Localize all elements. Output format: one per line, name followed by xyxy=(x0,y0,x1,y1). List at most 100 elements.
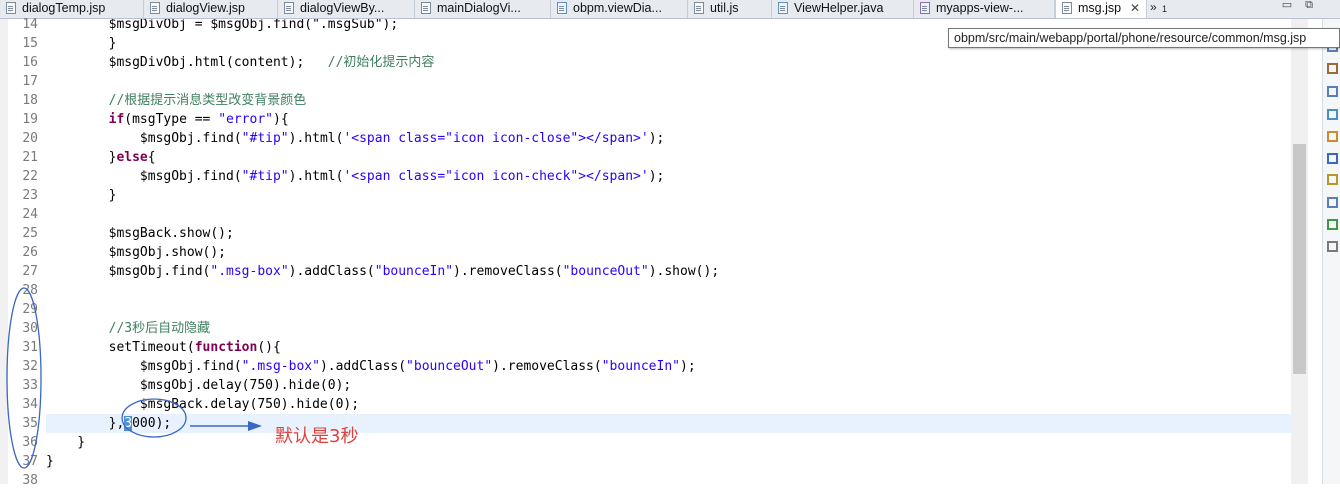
code-string: "#tip" xyxy=(241,131,289,146)
code-text: (msgType == xyxy=(124,112,219,127)
code-text: ).removeClass( xyxy=(492,359,602,374)
line-number: 26 xyxy=(22,245,38,260)
tasks-icon[interactable] xyxy=(1327,109,1338,120)
code-keyword: else xyxy=(116,150,148,165)
code-text: $msgObj.find( xyxy=(46,169,242,184)
tab-util-js[interactable]: util.js xyxy=(688,0,772,18)
code-text: ).removeClass( xyxy=(453,264,563,279)
code-line[interactable] xyxy=(46,205,1291,224)
file-icon xyxy=(920,2,930,14)
code-text: } xyxy=(46,435,86,450)
code-line[interactable] xyxy=(46,72,1291,91)
tab-label: dialogViewBy... xyxy=(300,1,385,15)
code-string: '<span class="icon icon-check"></span>' xyxy=(343,169,649,184)
restore-icon[interactable]: ⧉ xyxy=(1300,0,1318,12)
file-icon xyxy=(6,2,16,14)
code-line[interactable]: } xyxy=(46,452,1291,471)
line-number: 16 xyxy=(22,55,38,70)
line-number: 24 xyxy=(22,207,38,222)
file-icon xyxy=(150,2,160,14)
line-number: 38 xyxy=(22,473,38,488)
tab-maindialogvi[interactable]: mainDialogVi... xyxy=(415,0,551,18)
line-number: 35 xyxy=(22,416,38,431)
line-number: 36 xyxy=(22,435,38,450)
code-line[interactable]: } xyxy=(46,186,1291,205)
code-text: ).addClass( xyxy=(319,359,407,374)
code-editor[interactable]: $msgDivObj = $msgObj.find(".msgSub"); } … xyxy=(46,19,1291,484)
tab-dialogview-jsp[interactable]: dialogView.jsp xyxy=(144,0,278,18)
code-line[interactable]: //根据提示消息类型改变背景颜色 xyxy=(46,91,1291,110)
code-text: ).show(); xyxy=(648,264,720,279)
code-line[interactable] xyxy=(46,471,1291,484)
code-line[interactable]: $msgBack.show(); xyxy=(46,224,1291,243)
code-text: ).html( xyxy=(288,131,344,146)
code-line[interactable]: $msgBack.delay(750).hide(0); xyxy=(46,395,1291,414)
editor-left-ruler xyxy=(0,19,8,484)
code-keyword: function xyxy=(194,340,258,355)
code-text: }, xyxy=(46,416,125,431)
code-line[interactable]: $msgObj.find(".msg-box").addClass("bounc… xyxy=(46,262,1291,281)
package-icon[interactable] xyxy=(1327,63,1338,74)
tab-msg-jsp[interactable]: msg.jsp ✕ xyxy=(1055,0,1147,18)
progress-icon[interactable] xyxy=(1327,219,1338,230)
code-line[interactable]: if(msgType == "error"){ xyxy=(46,110,1291,129)
tab-myapps-view[interactable]: myapps-view-... xyxy=(914,0,1055,18)
code-comment: //根据提示消息类型改变背景颜色 xyxy=(46,93,307,108)
code-line[interactable] xyxy=(46,300,1291,319)
line-number: 28 xyxy=(22,283,38,298)
tab-viewhelper-java[interactable]: ViewHelper.java xyxy=(772,0,914,18)
tools-icon[interactable] xyxy=(1327,174,1338,185)
line-number: 27 xyxy=(22,264,38,279)
tab-obpm-viewdia[interactable]: obpm.viewDia... xyxy=(551,0,688,18)
code-string: "bounceIn" xyxy=(374,264,454,279)
code-text: (){ xyxy=(257,340,281,355)
line-number: 17 xyxy=(22,74,38,89)
code-text: setTimeout( xyxy=(46,340,195,355)
code-text: $msgObj.find( xyxy=(46,359,242,374)
code-line[interactable]: $msgObj.show(); xyxy=(46,243,1291,262)
code-text: ); xyxy=(648,131,665,146)
hierarchy-icon[interactable] xyxy=(1327,86,1338,97)
line-number: 29 xyxy=(22,302,38,317)
line-number: 14 xyxy=(22,17,38,32)
code-text: } xyxy=(46,36,117,51)
close-icon[interactable]: ✕ xyxy=(1130,0,1140,17)
debug-icon[interactable] xyxy=(1327,153,1338,164)
console-icon[interactable] xyxy=(1327,197,1338,208)
code-line[interactable]: } xyxy=(46,433,1291,452)
code-line[interactable]: }else{ xyxy=(46,148,1291,167)
code-text: $msgDivObj.html(content); xyxy=(46,55,328,70)
line-number: 37 xyxy=(22,454,38,469)
scrollbar-thumb[interactable] xyxy=(1293,144,1306,374)
code-text: ){ xyxy=(273,112,289,127)
code-string: ".msg-box" xyxy=(241,359,320,374)
code-text: { xyxy=(147,150,156,165)
tab-dialogviewby[interactable]: dialogViewBy... xyxy=(278,0,415,18)
tab-overflow-button[interactable]: » 1 xyxy=(1150,0,1172,18)
overflow-count: 1 xyxy=(1162,4,1168,14)
file-icon xyxy=(284,2,294,14)
code-line[interactable] xyxy=(46,281,1291,300)
code-line[interactable]: //3秒后自动隐藏 xyxy=(46,319,1291,338)
current-code-line[interactable]: },3000); xyxy=(46,414,1291,433)
file-icon xyxy=(778,2,788,14)
code-line[interactable]: setTimeout(function(){ xyxy=(46,338,1291,357)
code-string: "bounceIn" xyxy=(601,359,680,374)
servers-icon[interactable] xyxy=(1327,241,1338,252)
code-string: ".msg-box" xyxy=(210,264,289,279)
line-number-gutter: 14 15 16 17 18 19 20 21 22 23 24 25 26 27 28 29 30 31 32 33… xyxy=(8,17,46,488)
code-line[interactable]: $msgObj.find("#tip").html('<span class="… xyxy=(46,167,1291,186)
line-number: 31 xyxy=(22,340,38,355)
code-line[interactable]: $msgObj.find(".msg-box").addClass( "bounc… xyxy=(46,357,1291,376)
code-line[interactable]: $msgObj.delay(750).hide(0); xyxy=(46,376,1291,395)
code-text: $msgObj.show(); xyxy=(46,245,227,260)
minimize-icon[interactable]: ▭ xyxy=(1278,0,1296,12)
code-line[interactable]: $msgDivObj.html(content); //初始化提示内容 xyxy=(46,53,1291,72)
search-icon[interactable] xyxy=(1327,131,1338,142)
line-number: 33 xyxy=(22,378,38,393)
side-toolbar xyxy=(1322,19,1340,484)
code-line[interactable]: $msgObj.find("#tip").html('<span class="… xyxy=(46,129,1291,148)
selected-text: 3 xyxy=(124,416,133,431)
vertical-scrollbar[interactable] xyxy=(1291,19,1308,484)
tab-label: obpm.viewDia... xyxy=(573,1,662,15)
